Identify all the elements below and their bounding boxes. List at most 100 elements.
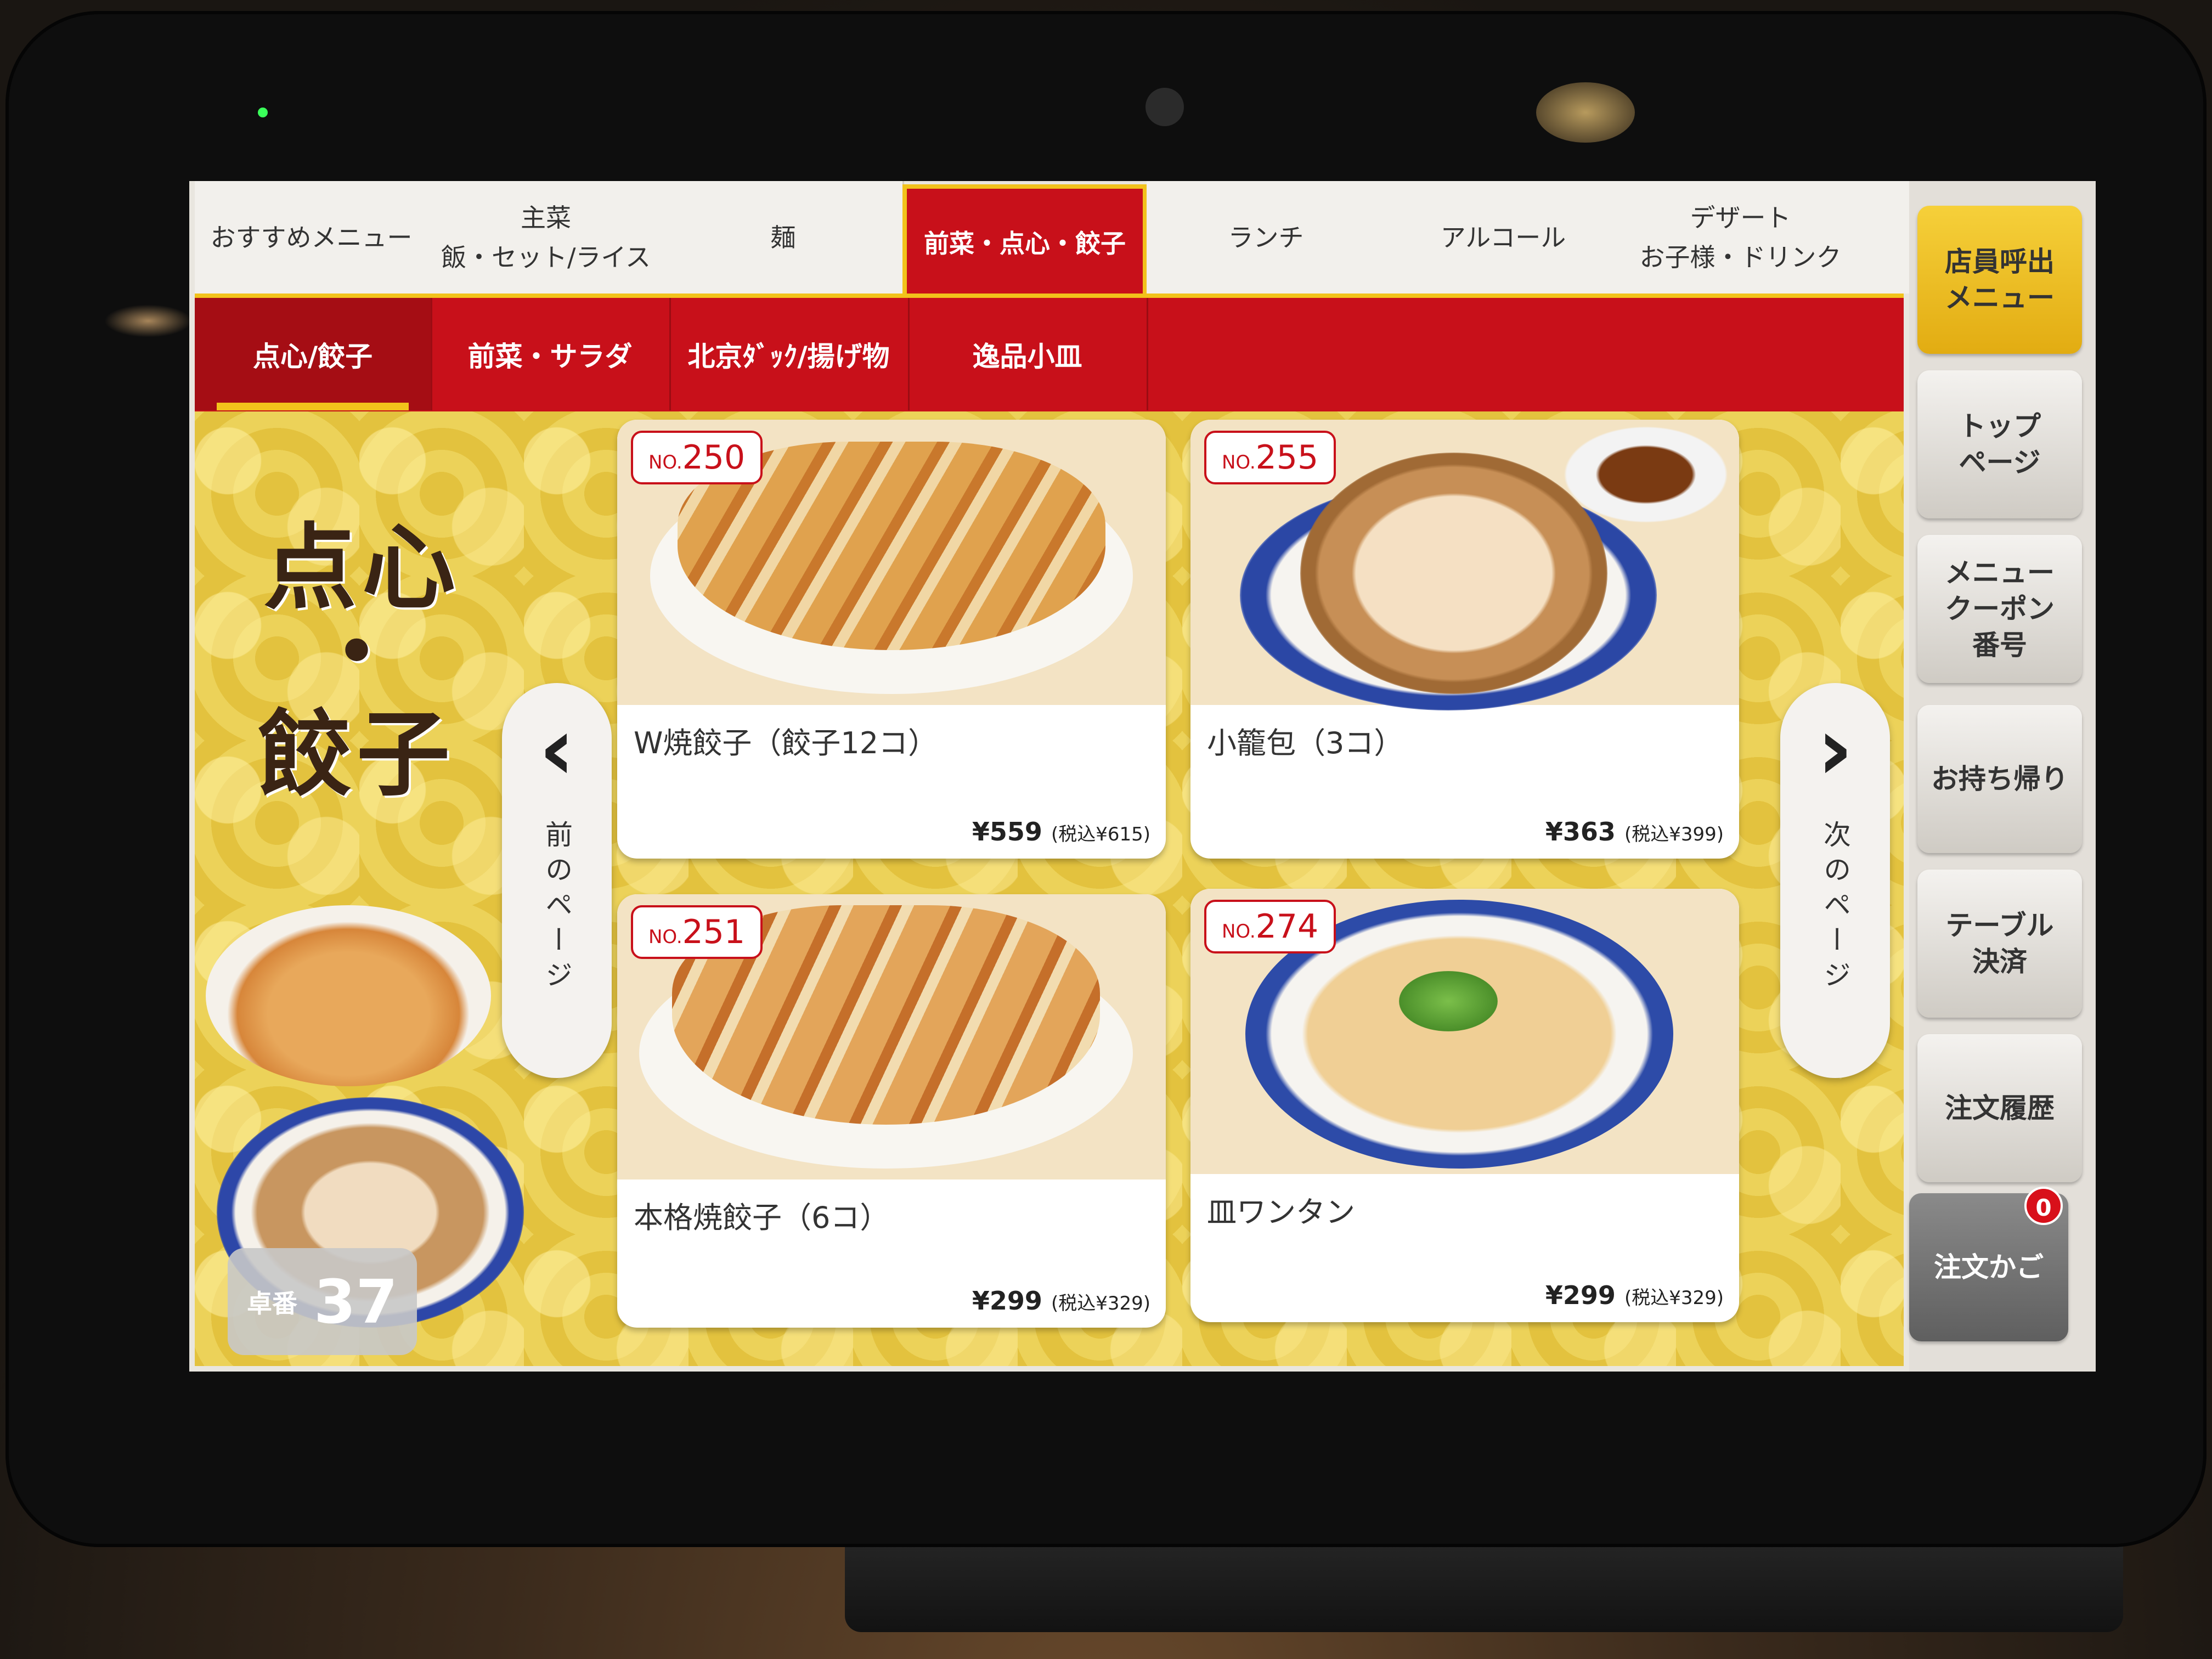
item-price-tax: (税込¥615)	[1051, 823, 1150, 845]
item-name: W焼餃子（餃子12コ）	[634, 726, 938, 760]
table-number-label: 卓番	[247, 1288, 297, 1318]
item-price: ¥299 (税込¥329)	[972, 1286, 1150, 1316]
menu-content-panel: 点心 ・ 餃子 卓番 37 ‹ 前のページ › 次のページ NO.250 W焼餃…	[195, 411, 1904, 1366]
top-page-label: トップ	[1959, 410, 2041, 442]
next-page-button[interactable]: › 次のページ	[1780, 683, 1890, 1078]
light-reflection	[1536, 82, 1635, 143]
next-page-label: 次のページ	[1819, 820, 1851, 996]
table-payment-label: 決済	[1972, 946, 2027, 978]
subtab-small-plates[interactable]: 逸品小皿	[908, 298, 1148, 410]
table-number-value: 37	[314, 1266, 398, 1337]
item-price-value: ¥363	[1545, 817, 1616, 847]
item-number: 251	[682, 913, 746, 951]
menu-item-card[interactable]: NO.255 小籠包（3コ） ¥363 (税込¥399)	[1190, 420, 1739, 859]
tab-label: ランチ	[1228, 222, 1304, 252]
status-led	[258, 108, 268, 117]
tab-appetizers-dimsum[interactable]: 前菜・点心・餃子	[902, 184, 1147, 298]
subtab-label: 点心/餃子	[252, 340, 373, 373]
tab-label: 麺	[770, 222, 796, 252]
item-price-value: ¥299	[1545, 1280, 1616, 1310]
coupon-label: メニュー	[1945, 557, 2055, 589]
takeout-button[interactable]: お持ち帰り	[1917, 705, 2082, 853]
item-number: 255	[1255, 438, 1319, 477]
takeout-label: お持ち帰り	[1931, 763, 2068, 795]
coupon-number-button[interactable]: メニュー クーポン 番号	[1917, 535, 2082, 683]
order-cart-label: 注文かご	[1934, 1251, 2044, 1283]
item-price-tax: (税込¥329)	[1051, 1293, 1150, 1314]
menu-item-card[interactable]: NO.251 本格焼餃子（6コ） ¥299 (税込¥329)	[617, 894, 1166, 1328]
prev-page-label: 前のページ	[541, 820, 573, 996]
sauce-dish	[1553, 420, 1739, 529]
top-page-button[interactable]: トップ ページ	[1917, 370, 2082, 518]
top-page-label: ページ	[1959, 447, 2041, 478]
tab-alcohol[interactable]: アルコール	[1385, 181, 1623, 294]
tablet-screen: おすすめメニュー 主菜 飯・セット/ライス 麺 前菜・点心・餃子 ランチ アルコ…	[189, 181, 2096, 1372]
item-price: ¥299 (税込¥329)	[1545, 1280, 1724, 1310]
subtab-dimsum-gyoza[interactable]: 点心/餃子	[195, 298, 432, 410]
item-number-prefix: NO.	[1222, 921, 1256, 943]
light-reflection	[104, 304, 192, 337]
call-staff-label: メニュー	[1945, 282, 2055, 314]
right-sidebar: 店員呼出 メニュー トップ ページ メニュー クーポン 番号 お持ち帰り テーブ…	[1909, 181, 2096, 1372]
item-number-prefix: NO.	[648, 926, 682, 948]
item-number-badge: NO.250	[631, 431, 763, 484]
order-cart-button[interactable]: 注文かご 0	[1909, 1187, 2068, 1341]
item-price-value: ¥299	[972, 1286, 1042, 1316]
category-title-line: 餃子	[258, 699, 456, 809]
tab-label: 飯・セット/ライス	[441, 242, 651, 272]
table-number-badge: 卓番 37	[228, 1248, 417, 1355]
category-title-dot: ・	[310, 598, 409, 708]
prev-page-button[interactable]: ‹ 前のページ	[502, 683, 612, 1078]
tab-label: デザート	[1690, 202, 1791, 233]
item-number-prefix: NO.	[648, 452, 682, 473]
chevron-left-icon: ‹	[539, 697, 575, 800]
coupon-label: クーポン	[1945, 593, 2055, 625]
tab-label: おすすめメニュー	[210, 222, 413, 252]
subtab-label: 前菜・サラダ	[467, 340, 633, 373]
menu-item-card[interactable]: NO.250 W焼餃子（餃子12コ） ¥559 (税込¥615)	[617, 420, 1166, 859]
item-name: 皿ワンタン	[1207, 1195, 1355, 1229]
item-name: 小籠包（3コ）	[1207, 726, 1404, 760]
item-price-tax: (税込¥399)	[1624, 823, 1724, 845]
tab-label: お子様・ドリンク	[1639, 242, 1842, 272]
item-name: 本格焼餃子（6コ）	[634, 1200, 890, 1235]
tab-noodles[interactable]: 麺	[664, 181, 904, 294]
menu-item-card[interactable]: NO.274 皿ワンタン ¥299 (税込¥329)	[1190, 889, 1739, 1322]
subtab-label: 逸品小皿	[972, 340, 1082, 373]
tab-label: 主菜	[521, 202, 571, 233]
table-payment-label: テーブル	[1945, 910, 2054, 941]
item-number-badge: NO.255	[1204, 431, 1336, 484]
order-history-button[interactable]: 注文履歴	[1917, 1034, 2082, 1182]
subtab-peking-duck-fried[interactable]: 北京ﾀﾞｯｸ/揚げ物	[669, 298, 910, 410]
camera-lens	[1146, 88, 1184, 126]
item-price-tax: (税込¥329)	[1624, 1287, 1724, 1309]
call-staff-button[interactable]: 店員呼出 メニュー	[1917, 206, 2082, 354]
item-number-prefix: NO.	[1222, 452, 1256, 473]
subtab-label: 北京ﾀﾞｯｸ/揚げ物	[687, 340, 890, 373]
tab-dessert-drinks[interactable]: デザート お子様・ドリンク	[1621, 181, 1861, 294]
subcategory-bar: 点心/餃子 前菜・サラダ 北京ﾀﾞｯｸ/揚げ物 逸品小皿	[195, 294, 1904, 416]
item-price-value: ¥559	[972, 817, 1042, 847]
item-number: 274	[1255, 907, 1319, 946]
coupon-label: 番号	[1972, 629, 2027, 661]
category-title: 点心 ・ 餃子	[258, 499, 521, 823]
item-number: 250	[682, 438, 746, 477]
tab-lunch[interactable]: ランチ	[1147, 181, 1387, 294]
table-payment-button[interactable]: テーブル 決済	[1917, 870, 2082, 1018]
tab-label: アルコール	[1440, 222, 1566, 252]
call-staff-label: 店員呼出	[1945, 246, 2055, 278]
tab-label: 前菜・点心・餃子	[924, 229, 1126, 258]
item-price: ¥363 (税込¥399)	[1545, 817, 1724, 847]
tab-main-dishes[interactable]: 主菜 飯・セット/ライス	[428, 181, 665, 294]
order-history-label: 注文履歴	[1945, 1092, 2055, 1124]
subtab-appetizer-salad[interactable]: 前菜・サラダ	[431, 298, 671, 410]
chevron-right-icon: ›	[1817, 697, 1853, 800]
tab-spacer	[1860, 181, 1911, 294]
green-onion	[1399, 971, 1498, 1031]
gyoza-photo	[206, 905, 491, 1086]
item-price: ¥559 (税込¥615)	[972, 817, 1150, 847]
cart-count-badge: 0	[2024, 1187, 2063, 1225]
item-number-badge: NO.251	[631, 905, 763, 959]
item-number-badge: NO.274	[1204, 900, 1336, 953]
tab-recommended[interactable]: おすすめメニュー	[195, 181, 430, 294]
